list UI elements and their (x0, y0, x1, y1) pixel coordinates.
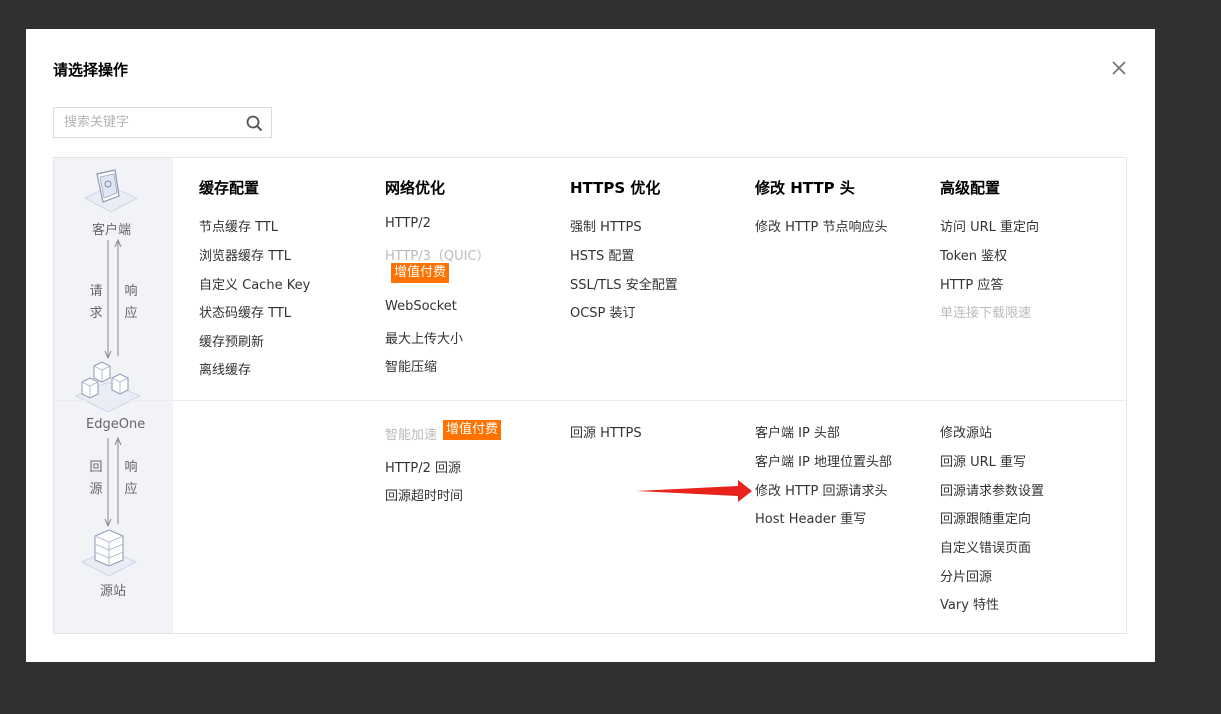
request-char-2: 求 (89, 306, 103, 321)
https-item-ocsp[interactable]: OCSP 装订 (570, 302, 636, 321)
cache-item-status-ttl[interactable]: 状态码缓存 TTL (199, 302, 291, 321)
col-header-https: HTTPS 优化 (570, 179, 661, 197)
close-icon[interactable] (1110, 59, 1130, 79)
response-char-2: 应 (124, 306, 138, 321)
adv-item-url-redirect[interactable]: 访问 URL 重定向 (940, 216, 1039, 235)
adv-item-origin-params[interactable]: 回源请求参数设置 (940, 480, 1044, 499)
request-arrow-icon (104, 238, 122, 360)
origin-label: 源站 (100, 584, 127, 599)
client-icon (83, 169, 139, 213)
https-item-ssl-tls[interactable]: SSL/TLS 安全配置 (570, 274, 678, 293)
adv-item-rate-limit: 单连接下载限速 (940, 306, 1032, 321)
header-item-node-response[interactable]: 修改 HTTP 节点响应头 (755, 216, 888, 235)
cache-item-prefresh[interactable]: 缓存预刷新 (199, 331, 264, 350)
cache-item-browser-ttl[interactable]: 浏览器缓存 TTL (199, 245, 291, 264)
https-item-force[interactable]: 强制 HTTPS (570, 216, 642, 235)
origin-char-2: 源 (89, 482, 103, 497)
search-box (53, 107, 272, 138)
cache-item-offline[interactable]: 离线缓存 (199, 359, 251, 378)
adv-item-origin-url-rewrite[interactable]: 回源 URL 重写 (940, 451, 1026, 470)
network-item-http2-origin[interactable]: HTTP/2 回源 (385, 457, 461, 476)
col-header-cache: 缓存配置 (199, 179, 260, 197)
cache-item-cache-key[interactable]: 自定义 Cache Key (199, 274, 310, 293)
request-char-1: 请 (89, 284, 103, 299)
paid-badge-http3: 增值付费 (391, 263, 450, 283)
network-item-max-upload[interactable]: 最大上传大小 (385, 328, 463, 347)
network-item-http3: HTTP/3（QUIC） (385, 249, 490, 264)
header-item-client-geo[interactable]: 客户端 IP 地理位置头部 (755, 451, 892, 470)
origin-char-1: 回 (89, 460, 103, 475)
col-header-advanced: 高级配置 (940, 179, 1001, 197)
section-divider (54, 400, 1126, 401)
network-item-http2[interactable]: HTTP/2 (385, 216, 431, 231)
dialog-title: 请选择操作 (53, 61, 129, 79)
https-item-hsts[interactable]: HSTS 配置 (570, 245, 634, 264)
client-label: 客户端 (92, 223, 132, 238)
search-icon[interactable] (246, 115, 263, 132)
origin-response-char-2: 应 (124, 482, 138, 497)
header-item-host-rewrite[interactable]: Host Header 重写 (755, 508, 866, 527)
network-item-origin-timeout[interactable]: 回源超时时间 (385, 485, 463, 504)
adv-item-vary[interactable]: Vary 特性 (940, 594, 999, 613)
response-char-1: 响 (124, 284, 138, 299)
network-item-compression[interactable]: 智能压缩 (385, 356, 437, 375)
origin-response-char-1: 响 (124, 460, 138, 475)
adv-item-http-response[interactable]: HTTP 应答 (940, 274, 1003, 293)
options-panel: 客户端 请 求 响 应 EdgeOne 回 源 响 应 源站 缓存配置 节点缓存… (53, 157, 1127, 634)
https-item-origin-https[interactable]: 回源 HTTPS (570, 422, 642, 441)
red-pointer-arrow-icon (636, 480, 752, 502)
operation-dialog: 请选择操作 客户端 (26, 29, 1155, 662)
adv-item-modify-origin[interactable]: 修改源站 (940, 422, 992, 441)
network-item-websocket[interactable]: WebSocket (385, 299, 457, 314)
adv-item-error-page[interactable]: 自定义错误页面 (940, 537, 1031, 556)
adv-item-follow-redirect[interactable]: 回源跟随重定向 (940, 508, 1031, 527)
edgeone-node-icon (74, 361, 142, 413)
paid-badge-smart-accel: 增值付费 (443, 420, 502, 440)
adv-item-token-auth[interactable]: Token 鉴权 (940, 245, 1007, 264)
col-header-network: 网络优化 (385, 179, 446, 197)
origin-server-icon (80, 529, 138, 577)
cache-item-node-ttl[interactable]: 节点缓存 TTL (199, 216, 278, 235)
origin-arrow-icon (104, 436, 122, 528)
network-item-smart-accel: 智能加速 (385, 428, 438, 443)
edgeone-label: EdgeOne (86, 417, 146, 432)
adv-item-range-origin[interactable]: 分片回源 (940, 566, 992, 585)
col-header-http-header: 修改 HTTP 头 (755, 179, 855, 197)
search-input[interactable] (54, 108, 234, 137)
flow-diagram: 客户端 请 求 响 应 EdgeOne 回 源 响 应 源站 (54, 158, 173, 633)
header-item-client-ip[interactable]: 客户端 IP 头部 (755, 422, 840, 441)
